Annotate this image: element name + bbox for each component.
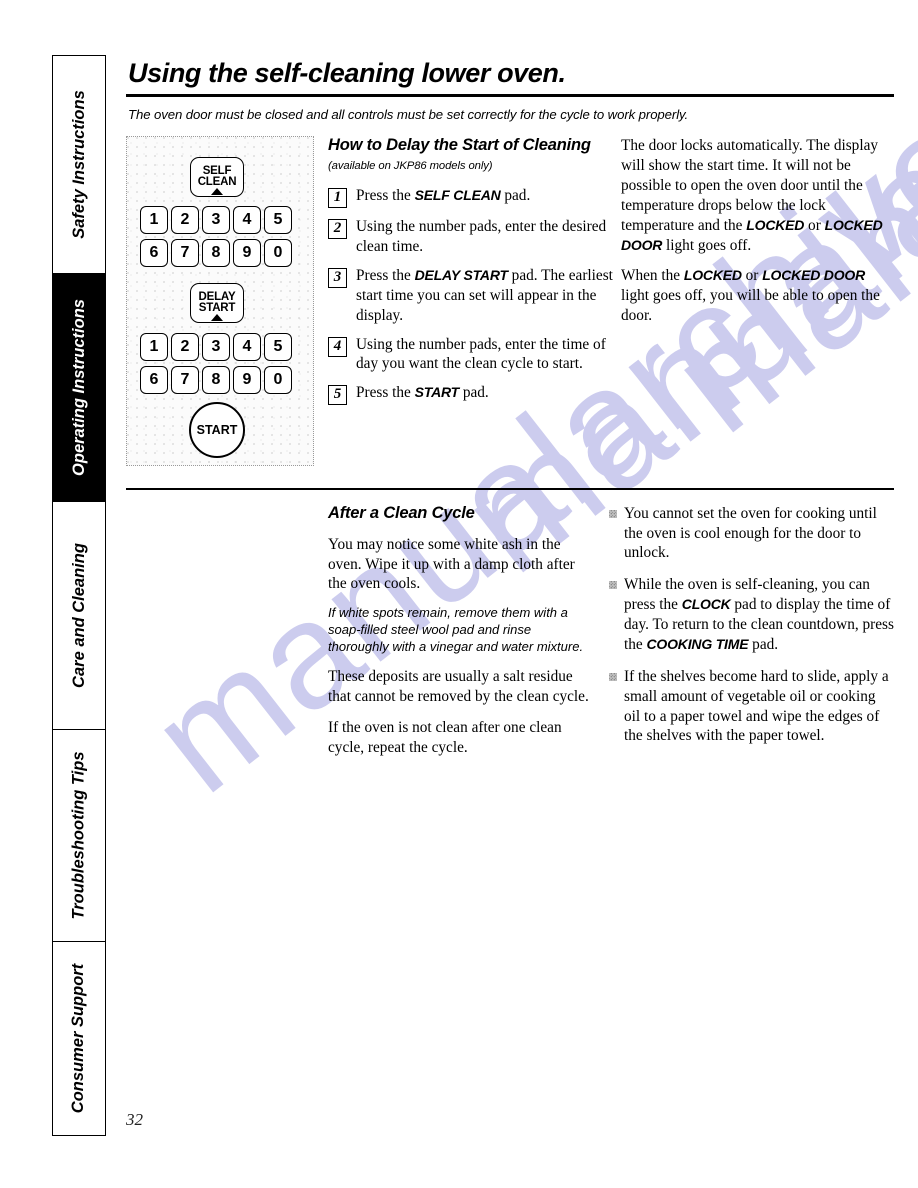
delay-start-pad-label-line2: START [198, 302, 236, 315]
after-clean-bullet-list: You cannot set the oven for cooking unti… [609, 504, 894, 747]
upper-text-columns: How to Delay the Start of Cleaning (avai… [314, 136, 894, 414]
number-pad-5[interactable]: 5 [264, 206, 292, 235]
instruction-step: 1 Press the SELF CLEAN pad. [328, 186, 613, 209]
triangle-indicator-icon [211, 314, 223, 322]
after-clean-right-column: You cannot set the oven for cooking unti… [593, 504, 894, 769]
number-pad-9[interactable]: 9 [233, 239, 261, 268]
after-clean-bullet: While the oven is self-cleaning, you can… [609, 575, 894, 655]
after-clean-paragraph: You may notice some white ash in the ove… [328, 535, 575, 593]
sidebar-tab-label: Consumer Support [69, 963, 88, 1114]
number-pad-8[interactable]: 8 [202, 366, 230, 395]
number-pad-1[interactable]: 1 [140, 206, 168, 235]
number-pad-7[interactable]: 7 [171, 239, 199, 268]
number-pad-row: 67890 [140, 239, 292, 268]
sidebar-tab-label: Operating Instructions [69, 299, 88, 476]
step-text: Using the number pads, enter the time of… [356, 335, 606, 373]
steps-list: 1 Press the SELF CLEAN pad. 2 Using the num… [328, 186, 613, 406]
square-bullet-icon [609, 509, 617, 518]
after-clean-bullet: You cannot set the oven for cooking unti… [609, 504, 894, 564]
bullet-text: While the oven is self-cleaning, you can… [624, 576, 894, 653]
instruction-step: 5 Press the START pad. [328, 383, 613, 406]
locked-door-notes: The door locks automatically. The displa… [613, 136, 894, 414]
title-rule [126, 94, 894, 98]
sidebar-tab-consumer-support[interactable]: Consumer Support [52, 941, 106, 1136]
number-pad-6[interactable]: 6 [140, 239, 168, 268]
step-number: 4 [328, 336, 347, 357]
number-pad-2[interactable]: 2 [171, 206, 199, 235]
step-text: Press the SELF CLEAN pad. [356, 187, 531, 205]
step-number: 5 [328, 385, 347, 406]
number-pad-4[interactable]: 4 [233, 333, 261, 362]
delay-section-heading: How to Delay the Start of Cleaning (avai… [328, 136, 613, 174]
sidebar-tab-operating-instructions[interactable]: Operating Instructions [52, 273, 106, 501]
delay-start-pad[interactable]: DELAY START [190, 283, 244, 324]
bullet-text: If the shelves become hard to slide, app… [624, 667, 889, 745]
number-pad-4[interactable]: 4 [233, 206, 261, 235]
after-clean-paragraph: If the oven is not clean after one clean… [328, 718, 562, 756]
instruction-step: 2 Using the number pads, enter the desire… [328, 217, 613, 257]
step-text: Press the DELAY START pad. The earliest … [356, 266, 613, 324]
number-pad-row: 12345 [140, 333, 292, 362]
number-pad-9[interactable]: 9 [233, 366, 261, 395]
after-clean-left-column: After a Clean Cycle You may notice some … [328, 504, 593, 769]
instruction-step: 3 Press the DELAY START pad. The earliest… [328, 266, 613, 326]
page-subtitle: The oven door must be closed and all con… [128, 107, 689, 123]
self-clean-pad[interactable]: SELF CLEAN [190, 157, 244, 198]
instruction-step: 4 Using the number pads, enter the time o… [328, 335, 613, 375]
after-clean-paragraph: These deposits are usually a salt residu… [328, 667, 589, 705]
delay-section-heading-text: How to Delay the Start of Cleaning [328, 136, 591, 155]
sidebar-tab-safety-instructions[interactable]: Safety Instructions [52, 55, 106, 273]
number-pad-3[interactable]: 3 [202, 206, 230, 235]
step-number: 2 [328, 219, 347, 240]
number-pad-0[interactable]: 0 [264, 239, 292, 268]
number-pad-5[interactable]: 5 [264, 333, 292, 362]
number-pad-3[interactable]: 3 [202, 333, 230, 362]
sidebar-tab-label: Safety Instructions [69, 90, 88, 239]
delay-section-heading-note: (available on JKP86 models only) [328, 160, 493, 173]
sidebar-tab-label: Care and Cleaning [69, 543, 88, 688]
step-number: 3 [328, 267, 347, 288]
step-text: Using the number pads, enter the desired… [356, 218, 607, 256]
sidebar-tab-care-and-cleaning[interactable]: Care and Cleaning [52, 501, 106, 729]
upper-section: SELF CLEAN 12345 67890 DELAY START 12345… [126, 136, 894, 467]
square-bullet-icon [609, 672, 617, 681]
page-title: Using the self-cleaning lower oven. [128, 58, 566, 88]
page-number: 32 [126, 1110, 143, 1129]
sidebar-tab-troubleshooting-tips[interactable]: Troubleshooting Tips [52, 729, 106, 941]
locked-door-paragraph: When the LOCKED or LOCKED DOOR light goe… [621, 267, 880, 325]
after-clean-paragraph: If white spots remain, remove them with … [328, 605, 584, 655]
number-pad-row: 67890 [140, 366, 292, 395]
after-clean-bullet: If the shelves become hard to slide, app… [609, 667, 894, 747]
delay-start-instructions: How to Delay the Start of Cleaning (avai… [328, 136, 613, 414]
number-pad-0[interactable]: 0 [264, 366, 292, 395]
number-pad-row: 12345 [140, 206, 292, 235]
bullet-text: You cannot set the oven for cooking unti… [624, 504, 877, 562]
page-content: Using the self-cleaning lower oven. The … [126, 58, 894, 768]
number-pad-6[interactable]: 6 [140, 366, 168, 395]
sidebar-tab-rail: Safety Instructions Operating Instruction… [52, 55, 106, 1136]
after-clean-heading: After a Clean Cycle [328, 503, 475, 522]
locked-door-paragraph: The door locks automatically. The displa… [621, 137, 883, 254]
number-pad-7[interactable]: 7 [171, 366, 199, 395]
start-pad[interactable]: START [189, 402, 245, 459]
sidebar-tab-label: Troubleshooting Tips [69, 751, 88, 920]
after-clean-section: After a Clean Cycle You may notice some … [126, 490, 894, 769]
triangle-indicator-icon [211, 188, 223, 196]
after-clean-paragraphs: You may notice some white ash in the ove… [328, 535, 593, 758]
control-panel-illustration: SELF CLEAN 12345 67890 DELAY START 12345… [126, 136, 314, 467]
number-pad-8[interactable]: 8 [202, 239, 230, 268]
number-pad-1[interactable]: 1 [140, 333, 168, 362]
step-number: 1 [328, 188, 347, 209]
self-clean-pad-label-line2: CLEAN [197, 176, 237, 189]
square-bullet-icon [609, 581, 617, 590]
step-text: Press the START pad. [356, 384, 489, 402]
number-pad-2[interactable]: 2 [171, 333, 199, 362]
